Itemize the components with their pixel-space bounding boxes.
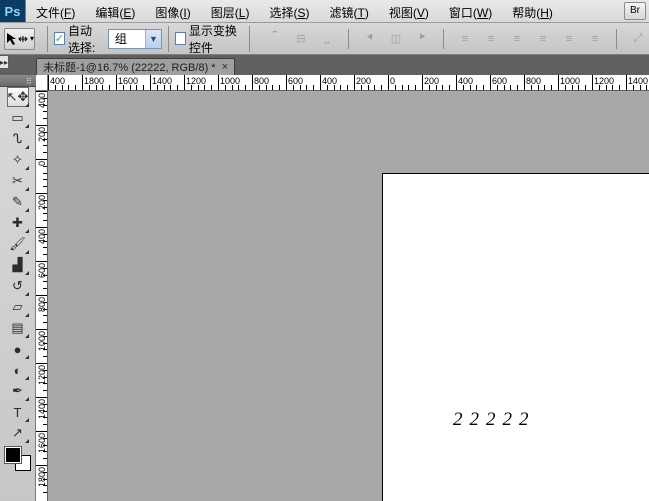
foreground-background-swatch[interactable] [5,447,31,471]
dist-top-icon[interactable]: ≡ [454,29,476,49]
eraser-tool[interactable]: ▱ [7,297,29,317]
dist-right-icon[interactable]: ≡ [584,29,606,49]
dist-vcenter-icon[interactable]: ≡ [480,29,502,49]
toolbox: ⠿ ↖✥▭ᔐ✧✂✎✚🖌▟↺▱▤●◐✒T↗ [0,75,36,501]
blur-tool[interactable]: ● [7,339,29,359]
align-top-icon[interactable]: ⎴ [264,29,286,49]
heal-tool[interactable]: ✚ [7,213,29,233]
canvas-area: 4001800160014001200100080060040020002004… [36,75,649,501]
pen-tool[interactable]: ✒ [7,381,29,401]
menu-view[interactable]: 视图(V) [379,0,439,22]
app-badge[interactable]: Ps [0,0,26,22]
canvas-viewport[interactable]: 22222 [48,91,649,501]
align-bottom-icon[interactable]: ⎵ [316,29,338,49]
dist-left-icon[interactable]: ≡ [532,29,554,49]
auto-select-label: 自动选择: [68,22,104,56]
dock-expand-handle[interactable]: ▸▸ [0,55,9,69]
canvas-text-layer[interactable]: 22222 [453,409,536,431]
move-tool[interactable]: ↖✥ [7,87,29,107]
type-tool[interactable]: T [7,402,29,422]
marquee-tool[interactable]: ▭ [7,108,29,128]
vertical-ruler[interactable]: 400200020040060080010001200140016001800 [36,91,48,501]
menu-file[interactable]: 文件(F) [26,0,85,22]
menu-filter[interactable]: 滤镜(T) [319,0,378,22]
align-vcenter-icon[interactable]: ⊟ [290,29,312,49]
history-brush-tool[interactable]: ↺ [7,276,29,296]
document-tab[interactable]: 未标题-1@16.7% (22222, RGB/8) * × [36,58,235,75]
dodge-tool[interactable]: ◐ [7,360,29,380]
document-canvas[interactable]: 22222 [383,174,649,501]
brush-tool[interactable]: 🖌 [7,234,29,254]
align-left-icon[interactable]: ⯇ [359,29,381,49]
auto-align-icon[interactable]: ⤢ [627,29,649,49]
eyedropper-tool[interactable]: ✎ [7,192,29,212]
close-icon[interactable]: × [222,61,228,73]
bridge-button[interactable]: Br [624,2,646,20]
auto-select-checkbox[interactable]: ✓ [54,32,65,45]
align-right-icon[interactable]: ⯈ [411,29,433,49]
document-tab-title: 未标题-1@16.7% (22222, RGB/8) * [43,59,216,75]
ruler-origin[interactable] [36,75,48,91]
options-bar: ▾ ✓ 自动选择: 组 ▼ ✓ 显示变换控件 ⎴ ⊟ ⎵ ⯇ ◫ ⯈ ≡ ≡ ≡… [0,23,649,55]
menu-bar: Ps 文件(F) 编辑(E) 图像(I) 图层(L) 选择(S) 滤镜(T) 视… [0,0,649,23]
menu-layer[interactable]: 图层(L) [201,0,260,22]
wand-tool[interactable]: ✧ [7,150,29,170]
menu-edit[interactable]: 编辑(E) [85,0,145,22]
move-tool-icon [5,31,29,47]
workspace: ⠿ ↖✥▭ᔐ✧✂✎✚🖌▟↺▱▤●◐✒T↗ 4001800160014001200… [0,75,649,501]
horizontal-ruler[interactable]: 4001800160014001200100080060040020002004… [48,75,649,91]
chevron-down-icon: ▼ [145,30,161,48]
document-tab-strip: 未标题-1@16.7% (22222, RGB/8) * × [0,55,649,75]
foreground-color-swatch[interactable] [5,447,21,463]
align-buttons: ⎴ ⊟ ⎵ ⯇ ◫ ⯈ ≡ ≡ ≡ ≡ ≡ ≡ ⤢ [264,29,649,49]
stamp-tool[interactable]: ▟ [7,255,29,275]
dist-bottom-icon[interactable]: ≡ [506,29,528,49]
menu-window[interactable]: 窗口(W) [439,0,502,22]
path-select-tool[interactable]: ↗ [7,423,29,443]
menu-image[interactable]: 图像(I) [145,0,200,22]
menu-select[interactable]: 选择(S) [259,0,319,22]
auto-select-combo[interactable]: 组 ▼ [108,29,162,49]
show-transform-checkbox[interactable]: ✓ [175,32,186,45]
crop-tool[interactable]: ✂ [7,171,29,191]
dist-hcenter-icon[interactable]: ≡ [558,29,580,49]
toolbox-grip-icon[interactable]: ⠿ [26,77,34,85]
active-tool-preset[interactable]: ▾ [4,28,35,50]
show-transform-label: 显示变换控件 [189,22,239,56]
lasso-tool[interactable]: ᔐ [7,129,29,149]
gradient-tool[interactable]: ▤ [7,318,29,338]
menu-help[interactable]: 帮助(H) [502,0,563,22]
align-hcenter-icon[interactable]: ◫ [385,29,407,49]
